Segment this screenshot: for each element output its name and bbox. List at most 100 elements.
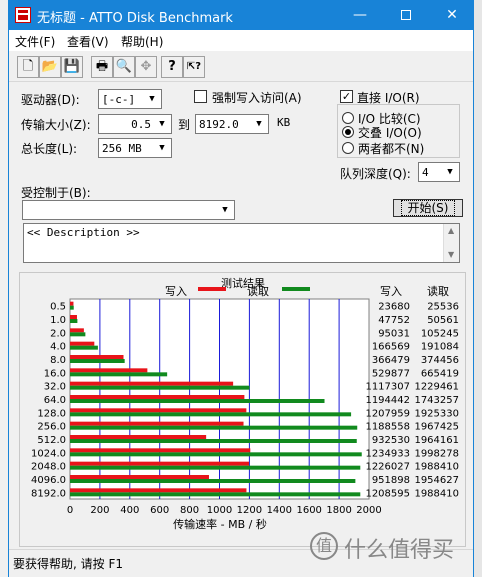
value-read: 191084 — [421, 342, 459, 353]
total-length-select[interactable]: 256 MB ▼ — [98, 138, 172, 158]
x-tick-label: 600 — [150, 505, 169, 516]
bar-read — [70, 492, 361, 497]
bar-read — [70, 479, 356, 483]
watermark-logo-icon: 值 — [310, 532, 338, 560]
start-button-label: 开始(S) — [400, 200, 456, 216]
bar-write — [70, 408, 247, 413]
legend-write-swatch — [198, 287, 226, 291]
y-tick-label: 128.0 — [37, 408, 66, 419]
description-scrollbar[interactable]: ▲ ▼ — [443, 224, 459, 262]
value-read: 1964161 — [414, 435, 459, 446]
minimize-button[interactable]: — — [337, 0, 383, 30]
queue-depth-label: 队列深度(Q): — [340, 167, 411, 181]
y-tick-label: 1.0 — [50, 315, 66, 326]
chevron-down-icon: ▼ — [154, 116, 170, 132]
value-read: 1229461 — [414, 382, 459, 393]
help-icon: ? — [168, 59, 176, 74]
bar-write — [70, 435, 207, 439]
transfer-to-select[interactable]: 8192.0 ▼ — [195, 114, 269, 134]
neither-radio[interactable] — [342, 142, 354, 154]
close-button[interactable]: ✕ — [429, 0, 475, 30]
move-button[interactable]: ✥ — [135, 56, 157, 78]
neither-label: 两者都不(N) — [358, 142, 425, 156]
menu-bar: 文件(F) 查看(V) 帮助(H) — [9, 30, 473, 51]
context-help-button[interactable]: ⇱? — [183, 56, 205, 78]
bar-write — [70, 488, 247, 493]
print-preview-icon: 🔍 — [115, 59, 133, 74]
chevron-down-icon: ▼ — [144, 91, 160, 107]
print-preview-button[interactable]: 🔍 — [113, 56, 135, 78]
kb-label: KB — [277, 116, 291, 129]
drive-select[interactable]: [-c-] ▼ — [98, 89, 162, 109]
print-button[interactable]: 🖶 — [91, 56, 113, 78]
controlled-by-select[interactable]: ▼ — [22, 200, 235, 220]
bar-write — [70, 328, 84, 333]
force-write-checkbox[interactable] — [194, 90, 207, 103]
start-button[interactable]: 开始(S) — [393, 199, 463, 217]
menu-help[interactable]: 帮助(H) — [121, 33, 163, 50]
y-tick-label: 64.0 — [44, 395, 66, 406]
chevron-down-icon: ▼ — [154, 140, 170, 156]
to-label: 到 — [178, 118, 191, 132]
description-textarea[interactable]: << Description >> ▲ ▼ — [23, 223, 460, 263]
bar-read — [70, 399, 325, 403]
bar-read — [70, 439, 357, 443]
x-tick-label: 200 — [90, 505, 109, 516]
y-tick-label: 8192.0 — [31, 488, 66, 499]
x-tick-label: 1200 — [237, 505, 262, 516]
title-bar[interactable]: 无标题 - ATTO Disk Benchmark — ✕ — [9, 0, 473, 30]
value-write: 1234933 — [365, 448, 410, 459]
y-tick-label: 32.0 — [44, 382, 66, 393]
value-read: 50561 — [427, 315, 459, 326]
menu-view[interactable]: 查看(V) — [67, 33, 109, 50]
transfer-from-value: 0.5 — [131, 118, 151, 131]
value-read: 1743257 — [414, 395, 459, 406]
transfer-to-value: 8192.0 — [199, 118, 239, 131]
bar-read — [70, 345, 98, 350]
bar-read — [70, 332, 86, 337]
help-button[interactable]: ? — [161, 56, 183, 78]
overlapped-io-radio[interactable] — [342, 126, 354, 138]
total-length-label: 总长度(L): — [21, 142, 78, 156]
status-text: 要获得帮助, 请按 F1 — [13, 557, 123, 571]
transfer-from-select[interactable]: 0.5 ▼ — [98, 114, 172, 134]
maximize-button[interactable] — [383, 0, 429, 30]
y-tick-label: 0.5 — [50, 302, 66, 313]
open-button[interactable]: 📂 — [39, 56, 61, 78]
value-read: 1998278 — [414, 448, 459, 459]
scroll-up-icon[interactable]: ▲ — [448, 226, 454, 235]
queue-depth-select[interactable]: 4 ▼ — [418, 162, 460, 182]
y-tick-label: 256.0 — [37, 422, 66, 433]
new-button[interactable]: 🗋 — [17, 56, 39, 78]
x-tick-label: 2000 — [356, 505, 381, 516]
queue-depth-value: 4 — [422, 166, 429, 179]
column-header-write: 写入 — [380, 285, 402, 298]
transfer-size-label: 传输大小(Z): — [21, 118, 91, 132]
background-strip-left — [0, 0, 8, 577]
bar-read — [70, 385, 250, 390]
bar-read — [70, 372, 168, 377]
legend-write-label: 写入 — [165, 285, 187, 298]
value-read: 1954627 — [414, 475, 459, 486]
bar-write — [70, 301, 74, 306]
value-read: 374456 — [421, 355, 459, 366]
value-read: 1967425 — [414, 422, 459, 433]
direct-io-checkbox[interactable]: ✓ — [340, 90, 353, 103]
bar-write — [70, 475, 209, 479]
io-compare-radio[interactable] — [342, 112, 354, 124]
scroll-down-icon[interactable]: ▼ — [448, 250, 454, 259]
bar-write — [70, 315, 77, 319]
results-panel: 测试结果 写入 读取 写入 读取 0 200 400 600 800 1000 1200 1400 160… — [19, 272, 466, 547]
overlapped-io-label: 交叠 I/O(O) — [358, 126, 422, 140]
value-write: 23680 — [378, 302, 410, 313]
value-read: 25536 — [427, 302, 459, 313]
save-button[interactable]: 💾 — [61, 56, 83, 78]
x-tick-label: 800 — [180, 505, 199, 516]
new-icon: 🗋 — [22, 59, 34, 74]
bar-write — [70, 355, 124, 359]
menu-file[interactable]: 文件(F) — [15, 33, 55, 50]
print-icon: 🖶 — [95, 59, 109, 74]
y-tick-label: 4.0 — [50, 342, 66, 353]
app-window: 无标题 - ATTO Disk Benchmark — ✕ 文件(F) 查看(V… — [8, 0, 474, 577]
watermark-text: 什么值得买 — [344, 538, 455, 563]
